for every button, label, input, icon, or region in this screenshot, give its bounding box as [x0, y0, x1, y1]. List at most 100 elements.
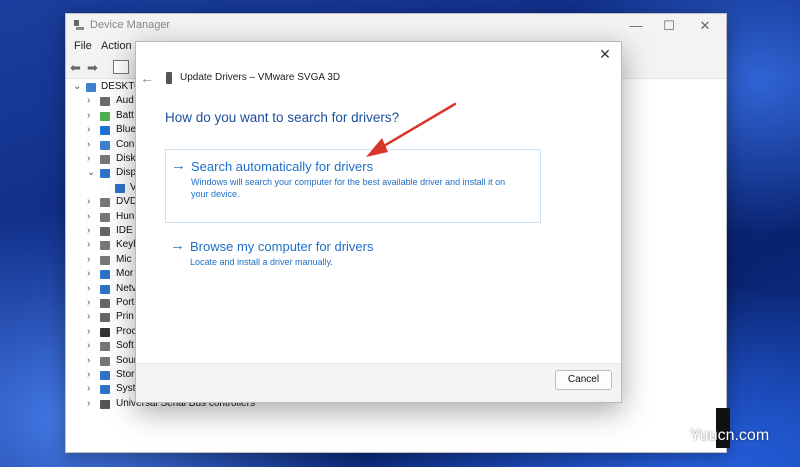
chevron-right-icon[interactable]: ›	[87, 124, 90, 135]
chevron-right-icon[interactable]: ›	[87, 139, 90, 150]
chevron-right-icon[interactable]: ›	[87, 383, 90, 394]
chevron-right-icon[interactable]: ›	[87, 268, 90, 279]
tree-label: Port	[116, 297, 135, 308]
tree-label: Prin	[116, 311, 134, 323]
tree-item[interactable]: › Mic	[66, 254, 146, 268]
tree-item[interactable]: › Blue	[66, 124, 146, 138]
chevron-right-icon[interactable]: ›	[87, 398, 90, 409]
tree-label: Soft	[116, 340, 134, 352]
device-manager-icon	[74, 20, 84, 30]
search-automatically-option[interactable]: → Search automatically for drivers Windo…	[165, 149, 541, 223]
tree-label: Hun	[116, 210, 135, 222]
chevron-right-icon[interactable]: ›	[87, 239, 90, 250]
close-dialog-icon[interactable]: ✕	[597, 46, 613, 62]
chevron-down-icon[interactable]: ⌄	[87, 167, 95, 178]
hid-icon	[100, 212, 110, 222]
maximize-button[interactable]: ☐	[654, 16, 684, 36]
watermark-text: Yuucn.com	[690, 427, 770, 444]
computer-icon	[86, 83, 96, 92]
tree-item[interactable]: › Mor	[66, 268, 146, 282]
tree-item[interactable]: ⌄ Disp	[66, 167, 146, 181]
network-icon	[100, 284, 110, 294]
tree-label: Disp	[116, 167, 137, 179]
device-icon	[166, 72, 172, 84]
tree-item[interactable]: › Syst	[66, 383, 146, 397]
tree-item[interactable]: › Batt	[66, 110, 146, 124]
dialog-title: Update Drivers – VMware SVGA 3D	[180, 72, 341, 83]
tree-item[interactable]: › Disk	[66, 153, 146, 167]
tree-item[interactable]: › Soft	[66, 340, 146, 354]
computer-icon	[100, 140, 110, 150]
tree-item[interactable]: › Prin	[66, 311, 146, 325]
close-window-button[interactable]: ✕	[690, 16, 720, 36]
menu-action[interactable]: Action	[101, 40, 132, 52]
ide-icon	[100, 227, 110, 236]
tree-item[interactable]: › IDE	[66, 225, 146, 239]
chevron-right-icon[interactable]: ›	[87, 254, 90, 265]
tree-label: Aud	[116, 95, 134, 107]
disk-icon	[100, 155, 110, 164]
tree-label: Mor	[116, 268, 134, 280]
properties-icon[interactable]	[113, 60, 129, 74]
option-title[interactable]: Search automatically for drivers	[191, 159, 373, 174]
chevron-right-icon[interactable]: ›	[87, 225, 90, 236]
tree-item[interactable]: › Hun	[66, 211, 146, 225]
chevron-right-icon[interactable]: ›	[87, 110, 90, 121]
port-icon	[100, 299, 110, 308]
tree-item[interactable]: › Port	[66, 297, 146, 311]
tree-label: Proc	[116, 325, 137, 337]
printer-icon	[100, 313, 110, 323]
tree-root[interactable]: ⌄ DESKTO	[66, 81, 146, 95]
back-arrow-icon[interactable]: ⬅	[70, 60, 81, 76]
tree-item[interactable]: › Proc	[66, 326, 146, 340]
chevron-right-icon[interactable]: ›	[87, 355, 90, 366]
tree-item[interactable]: › Keyl	[66, 239, 146, 253]
tree-item[interactable]: V	[66, 182, 146, 196]
monitor-icon	[115, 183, 125, 193]
chevron-right-icon[interactable]: ›	[87, 369, 90, 380]
chevron-right-icon[interactable]: ›	[87, 196, 90, 207]
minimize-button[interactable]: —	[621, 16, 651, 36]
dialog-footer: Cancel	[136, 363, 621, 402]
arrow-right-icon: →	[171, 157, 186, 174]
forward-arrow-icon[interactable]: ➡	[87, 60, 98, 76]
bluetooth-icon	[100, 126, 110, 136]
tree-label: Con	[116, 138, 135, 150]
option-title[interactable]: Browse my computer for drivers	[190, 239, 374, 254]
chevron-right-icon[interactable]: ›	[87, 297, 90, 308]
usb-icon	[100, 399, 110, 409]
speaker-icon	[100, 356, 110, 366]
chevron-down-icon[interactable]: ⌄	[73, 81, 81, 92]
chevron-right-icon[interactable]: ›	[87, 311, 90, 322]
browse-computer-option[interactable]: → Browse my computer for drivers Locate …	[165, 234, 545, 278]
tree-item[interactable]: › Aud	[66, 95, 146, 109]
arrow-right-icon: →	[170, 237, 185, 254]
tree-item[interactable]: › Con	[66, 139, 146, 153]
speaker-icon	[100, 97, 110, 107]
menu-file[interactable]: File	[74, 40, 92, 52]
option-desc-line-1: Windows will search your computer for th…	[191, 177, 506, 187]
chevron-right-icon[interactable]: ›	[87, 211, 90, 222]
back-arrow-icon[interactable]: ←	[140, 70, 154, 86]
mouse-icon	[100, 255, 110, 265]
tree-item[interactable]: › Netv	[66, 283, 146, 297]
option-desc-line-2: your device.	[191, 189, 240, 199]
keyboard-icon	[100, 241, 110, 251]
chevron-right-icon[interactable]: ›	[87, 153, 90, 164]
cancel-button[interactable]: Cancel	[555, 370, 612, 390]
processor-icon	[100, 327, 110, 337]
tree-item[interactable]: › Soun	[66, 355, 146, 369]
tree-item[interactable]: › DVD	[66, 196, 146, 210]
dialog-heading: How do you want to search for drivers?	[165, 110, 400, 125]
tree-label: Syst	[116, 383, 136, 395]
tree-label: Blue	[116, 124, 137, 136]
option-description: Windows will search your computer for th…	[191, 176, 531, 200]
device-tree: ⌄ DESKTO › Aud › Batt › Blue › Con › Disk ⌄ Disp V › DVD…	[66, 79, 255, 452]
chevron-right-icon[interactable]: ›	[87, 95, 90, 106]
chevron-right-icon[interactable]: ›	[87, 340, 90, 351]
chevron-right-icon[interactable]: ›	[87, 283, 90, 294]
tree-label: Mic	[116, 253, 132, 265]
tree-label: IDE	[116, 225, 133, 236]
tree-item[interactable]: › Stor	[66, 369, 146, 383]
chevron-right-icon[interactable]: ›	[87, 326, 90, 337]
